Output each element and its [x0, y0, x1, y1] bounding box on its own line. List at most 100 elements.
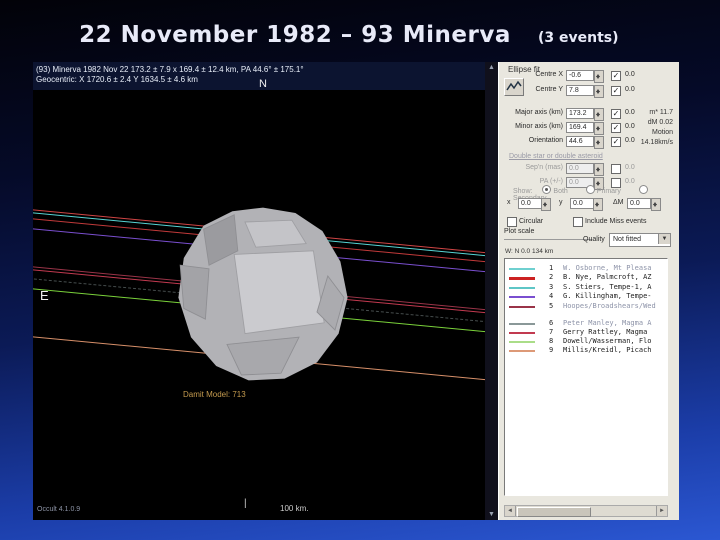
scroll-right-icon[interactable]: ► — [656, 506, 667, 516]
chord-color-swatch — [509, 350, 535, 352]
centre-y-value[interactable]: 7.8 — [566, 85, 594, 96]
magnitude-drop: dM 0.02 — [647, 119, 673, 126]
include-miss-checkbox[interactable] — [573, 217, 583, 227]
minor-axis-uncertainty: 0.0 — [625, 123, 635, 130]
legend-row[interactable]: 6 Peter Manley, Magma A — [505, 319, 667, 328]
occult-app-screenshot: (93) Minerva 1982 Nov 22 173.2 ± 7.9 x 1… — [33, 62, 679, 520]
fit-summary-line: (93) Minerva 1982 Nov 22 173.2 ± 7.9 x 1… — [36, 65, 304, 74]
show-option-primary[interactable]: Primary — [585, 185, 629, 195]
delta-m-value[interactable]: 0.0 — [627, 198, 651, 209]
separation-spinner[interactable] — [594, 163, 604, 176]
include-miss-label: Include Miss events — [585, 218, 647, 225]
legend-row[interactable]: 3 S. Stiers, Tempe-1, A — [505, 283, 667, 292]
delta-x-label: x — [507, 199, 511, 206]
minor-axis-checkbox[interactable]: ✓ — [611, 123, 621, 133]
centre-x-value[interactable]: -0.6 — [566, 70, 594, 81]
major-axis-checkbox[interactable]: ✓ — [611, 109, 621, 119]
delta-y-value[interactable]: 0.0 — [570, 198, 594, 209]
centre-y-label: Centre Y — [535, 86, 564, 93]
centre-x-checkbox[interactable]: ✓ — [611, 71, 621, 81]
legend-row[interactable]: 2 B. Nye, Palmcroft, AZ — [505, 273, 667, 282]
minor-axis-value[interactable]: 169.4 — [566, 122, 594, 133]
delta-x-spinner[interactable] — [541, 198, 551, 211]
orientation-spinner[interactable] — [594, 136, 604, 149]
chord-plot-area: (93) Minerva 1982 Nov 22 173.2 ± 7.9 x 1… — [33, 62, 485, 520]
quality-value: Not fitted — [613, 236, 642, 243]
radio-secondary[interactable] — [638, 185, 648, 194]
legend-row[interactable]: 1 W. Osborne, Mt Pleasa — [505, 264, 667, 273]
motion-value: 14.18km/s — [640, 139, 673, 146]
centre-y-uncertainty: 0.0 — [625, 86, 635, 93]
legend-row[interactable]: 4 G. Killingham, Tempe- — [505, 292, 667, 301]
centre-y-spinner[interactable] — [594, 85, 604, 98]
separation-checkbox[interactable] — [611, 164, 621, 174]
chord-color-swatch — [509, 287, 535, 289]
separation-value[interactable]: 0.0 — [566, 163, 594, 174]
orientation-checkbox[interactable]: ✓ — [611, 137, 621, 147]
scroll-down-icon[interactable]: ▼ — [485, 511, 498, 518]
legend-row[interactable]: 5 Hoopes/Broadshears/Wed — [505, 302, 667, 311]
slide: 22 November 1982 – 93 Minerva (3 events)… — [0, 0, 720, 540]
ellipse-fit-panel: Ellipse fit Centre X -0.6 ✓ 0.0 Centre Y… — [498, 62, 679, 520]
east-label: E — [40, 288, 49, 303]
centre-y-checkbox[interactable]: ✓ — [611, 86, 621, 96]
scrollbar-thumb[interactable] — [517, 507, 591, 517]
scroll-up-icon[interactable]: ▲ — [485, 64, 498, 71]
centre-x-uncertainty: 0.0 — [625, 71, 635, 78]
star-magnitude: m* 11.7 — [649, 109, 673, 116]
scale-bar-tick: | — [244, 498, 247, 509]
offset-row: x 0.0 y 0.0 ΔM 0.0 — [499, 198, 679, 211]
circular-label: Circular — [519, 218, 544, 225]
events-count-note: (3 events) — [538, 30, 619, 46]
major-axis-spinner[interactable] — [594, 108, 604, 121]
chord-color-swatch — [509, 268, 535, 270]
legend-horizontal-scrollbar[interactable]: ◄ ► — [504, 505, 668, 517]
orientation-uncertainty: 0.0 — [625, 137, 635, 144]
quality-label: Quality — [583, 236, 605, 243]
fit-info-block: m* 11.7 dM 0.02 Motion 14.18km/s — [641, 108, 673, 148]
centre-x-label: Centre X — [535, 71, 563, 78]
separation-label: Sep'n (mas) — [525, 164, 563, 171]
pa-uncertainty: 0.0 — [625, 178, 635, 185]
show-option-both[interactable]: Both — [542, 185, 575, 195]
delta-x-value[interactable]: 0.0 — [518, 198, 542, 209]
damit-model-label: Damit Model: 713 — [183, 390, 246, 399]
delta-m-label: ΔM — [613, 199, 624, 206]
legend-row[interactable]: 7 Gerry Rattley, Magma — [505, 328, 667, 337]
plot-scale-label: Plot scale — [504, 228, 535, 235]
delta-y-label: y — [559, 199, 563, 206]
chord-color-swatch — [509, 332, 535, 334]
options-row: Circular Include Miss events — [499, 217, 679, 228]
plot-scale-slider[interactable] — [504, 239, 592, 240]
orientation-label: Orientation — [528, 137, 563, 144]
legend-row[interactable]: 8 Dowell/Wasserman, Flo — [505, 337, 667, 346]
scale-bar-label: 100 km. — [280, 504, 309, 513]
chord-color-swatch — [509, 341, 535, 343]
motion-label: Motion — [651, 129, 673, 136]
centre-x-spinner[interactable] — [594, 70, 604, 83]
scroll-left-icon[interactable]: ◄ — [505, 506, 516, 516]
radio-both[interactable] — [542, 185, 552, 194]
chord-color-swatch — [509, 296, 535, 298]
major-axis-value[interactable]: 173.2 — [566, 108, 594, 119]
chord-color-swatch — [509, 306, 535, 308]
legend-row[interactable]: 9 Millis/Kreidl, Picach — [505, 346, 667, 355]
major-axis-uncertainty: 0.0 — [625, 109, 635, 116]
dropdown-arrow-icon[interactable]: ▼ — [658, 234, 670, 244]
separation-uncertainty: 0.0 — [625, 164, 635, 171]
chord-color-swatch — [509, 323, 535, 325]
double-star-link[interactable]: Double star or double asteroid — [509, 153, 603, 160]
minor-axis-label: Minor axis (km) — [515, 123, 563, 130]
delta-y-spinner[interactable] — [593, 198, 603, 211]
plot-vertical-scrollbar[interactable]: ▲ ▼ — [485, 62, 498, 520]
show-label: Show: — [513, 188, 533, 195]
radio-primary[interactable] — [585, 185, 595, 194]
quality-dropdown[interactable]: Not fitted ▼ — [609, 233, 671, 247]
chord-color-swatch — [509, 277, 535, 280]
pa-label: PA (+/-) — [539, 178, 563, 185]
asteroid-shape-model — [178, 207, 348, 381]
orientation-value[interactable]: 44.6 — [566, 136, 594, 147]
delta-m-spinner[interactable] — [651, 198, 661, 211]
circular-checkbox[interactable] — [507, 217, 517, 227]
minor-axis-spinner[interactable] — [594, 122, 604, 135]
